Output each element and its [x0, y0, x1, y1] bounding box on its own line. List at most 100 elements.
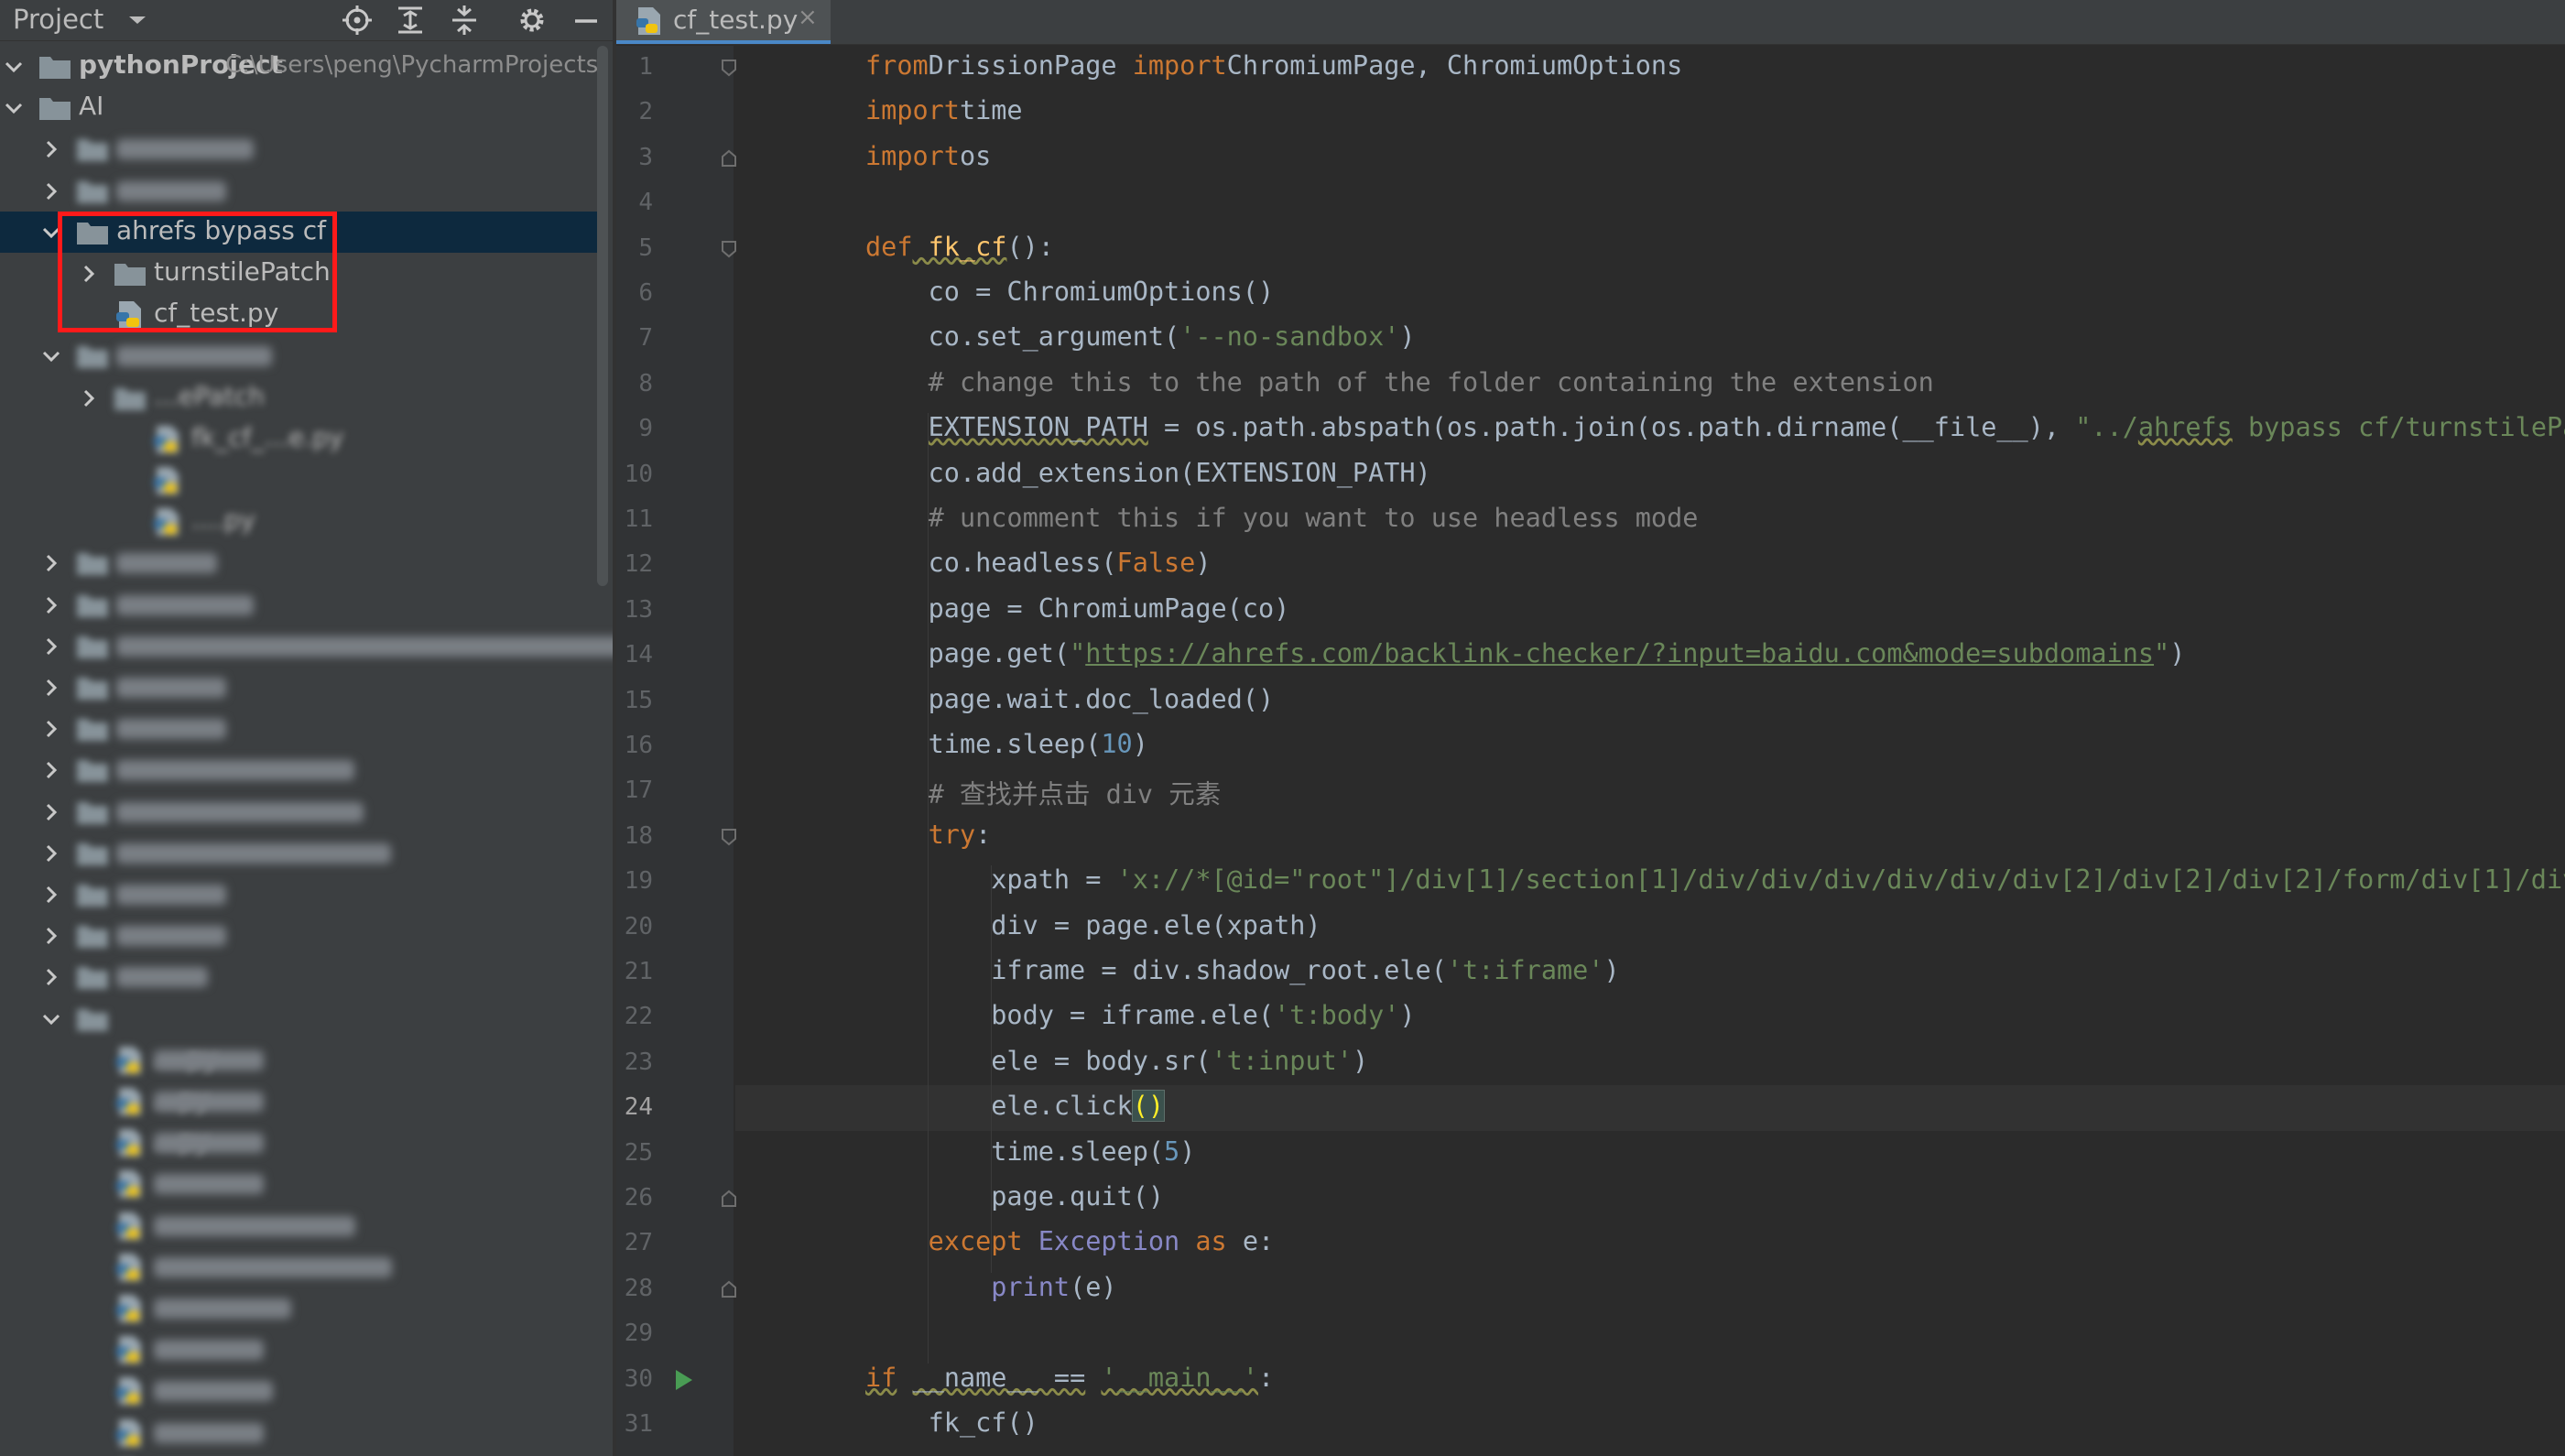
- chevron-right-icon[interactable]: [41, 553, 61, 573]
- python-file-icon: [116, 1418, 141, 1447]
- chevron-down-icon[interactable]: [126, 9, 148, 31]
- code-token: https://ahrefs.com/backlink-checker/?inp…: [1085, 638, 2155, 669]
- project-tool-window: Project pythonProject C:\Users\peng\Pycha…: [0, 0, 613, 1456]
- line-number: 19: [624, 867, 653, 896]
- chevron-down-icon[interactable]: [41, 1009, 61, 1029]
- tree-folder-item[interactable]: [0, 791, 604, 832]
- chevron-right-icon[interactable]: [41, 885, 61, 905]
- tree-folder-item[interactable]: turnstilePatch: [0, 253, 604, 294]
- tree-folder-item[interactable]: [0, 956, 604, 997]
- tree-file-item[interactable]: [0, 1246, 604, 1288]
- code-line: xpath = 'x://*[@id="root"]/div[1]/sectio…: [865, 864, 2565, 895]
- chevron-down-icon[interactable]: [4, 98, 24, 118]
- tree-folder-item[interactable]: [0, 170, 604, 212]
- line-number: 3: [638, 143, 653, 171]
- run-icon[interactable]: [673, 1368, 695, 1392]
- tree-folder-item[interactable]: [0, 874, 604, 915]
- tree-folder-item[interactable]: [0, 667, 604, 708]
- chevron-right-icon[interactable]: [41, 802, 61, 822]
- line-number: 25: [624, 1138, 653, 1167]
- tree-folder-item[interactable]: AI: [0, 87, 604, 128]
- gear-icon[interactable]: [516, 4, 549, 37]
- line-number: 10: [624, 460, 653, 488]
- close-icon[interactable]: ×: [798, 4, 818, 31]
- tree-file-item[interactable]: [0, 1329, 604, 1370]
- tree-file-item[interactable]: [0, 1205, 604, 1246]
- tree-file-item[interactable]: fk_cf_...e.py: [0, 418, 604, 460]
- redacted-text: [154, 1133, 264, 1154]
- line-number-gutter[interactable]: 1 2 3 4 5 6 7 8 9 10 11 12 13 14 15 16 17 18 19 20 21 22 23 24 2…: [616, 46, 736, 1456]
- chevron-right-icon[interactable]: [41, 760, 61, 780]
- tree-file-item[interactable]: [0, 1370, 604, 1411]
- chevron-right-icon[interactable]: [41, 843, 61, 864]
- line-number: 22: [624, 1003, 653, 1031]
- chevron-right-icon[interactable]: [41, 595, 61, 615]
- tree-file-item[interactable]: [0, 460, 604, 501]
- python-file-icon: [116, 1295, 141, 1322]
- tree-folder-item[interactable]: [0, 542, 604, 583]
- code-token: print: [865, 1271, 1071, 1302]
- chevron-right-icon[interactable]: [79, 388, 99, 408]
- code-token: time: [959, 95, 1023, 126]
- chevron-right-icon[interactable]: [41, 678, 61, 698]
- tree-folder-item[interactable]: [0, 915, 604, 956]
- project-view-title[interactable]: Project: [13, 4, 103, 35]
- tree-folder-item[interactable]: [0, 749, 604, 790]
- code-line: # 查找并点击 div 元素: [865, 774, 1222, 811]
- tree-folder-item[interactable]: [0, 625, 613, 667]
- tree-folder-item[interactable]: ahrefs bypass cf: [0, 211, 604, 253]
- tree-root-item[interactable]: pythonProject C:\Users\peng\PycharmProjec…: [0, 46, 606, 87]
- tree-folder-item[interactable]: [0, 584, 604, 625]
- line-number: 8: [638, 369, 653, 397]
- tab-cf-test-py[interactable]: cf_test.py ×: [616, 0, 831, 44]
- tree-file-item[interactable]: ....py: [0, 1039, 604, 1081]
- chevron-right-icon[interactable]: [79, 264, 99, 284]
- tree-item-label: turnstilePatch: [154, 256, 331, 287]
- redacted-text: [154, 1215, 355, 1236]
- chevron-right-icon[interactable]: [41, 139, 61, 159]
- tree-file-item[interactable]: ....py: [0, 501, 604, 542]
- minimize-icon[interactable]: [570, 4, 603, 37]
- chevron-right-icon[interactable]: [41, 719, 61, 739]
- line-number: 9: [638, 415, 653, 443]
- folder-icon: [77, 180, 108, 203]
- line-number: 7: [638, 324, 653, 353]
- code-token: co.add_extension(EXTENSION_PATH): [865, 457, 1431, 488]
- code-line: # uncomment this if you want to use head…: [865, 503, 1699, 533]
- collapse-all-icon[interactable]: [448, 4, 481, 37]
- chevron-right-icon[interactable]: [41, 181, 61, 201]
- chevron-down-icon[interactable]: [41, 223, 61, 243]
- tree-folder-item[interactable]: [0, 128, 604, 169]
- locate-icon[interactable]: [341, 4, 374, 37]
- tree-file-item[interactable]: cf_test.py: [0, 294, 604, 335]
- line-number: 26: [624, 1184, 653, 1212]
- tree-file-item[interactable]: [0, 1412, 604, 1453]
- tree-folder-item[interactable]: [0, 998, 604, 1039]
- tree-file-item[interactable]: ...py: [0, 1122, 604, 1163]
- code-token: "../: [2075, 412, 2138, 443]
- tree-folder-item[interactable]: [0, 708, 604, 749]
- code-line: co.headless(False): [865, 548, 1212, 578]
- tree-file-item[interactable]: [0, 1288, 604, 1329]
- tree-folder-item[interactable]: ...ePatch: [0, 377, 604, 418]
- tree-file-item[interactable]: ...py: [0, 1081, 604, 1122]
- chevron-down-icon[interactable]: [41, 346, 61, 366]
- tree-folder-item[interactable]: [0, 832, 604, 874]
- tree-folder-item[interactable]: [0, 335, 604, 376]
- chevron-right-icon[interactable]: [41, 967, 61, 987]
- redacted-text: [116, 139, 254, 160]
- redacted-text: [116, 801, 364, 822]
- chevron-down-icon[interactable]: [4, 57, 24, 77]
- code-text-area[interactable]: fromDrissionPage importChromiumPage, Chr…: [735, 46, 2565, 1456]
- code-token: EXTENSION_PATH: [928, 412, 1148, 443]
- code-token: co.headless(: [865, 548, 1117, 579]
- tree-scrollbar[interactable]: [597, 46, 608, 586]
- line-number: 13: [624, 595, 653, 624]
- expand-all-icon[interactable]: [394, 4, 427, 37]
- chevron-right-icon[interactable]: [41, 926, 61, 946]
- chevron-right-icon[interactable]: [41, 636, 61, 657]
- tree-file-item[interactable]: [0, 1163, 604, 1204]
- tree-item-label: ....py: [191, 505, 255, 536]
- redacted-text: [116, 636, 613, 657]
- line-number: 15: [624, 686, 653, 714]
